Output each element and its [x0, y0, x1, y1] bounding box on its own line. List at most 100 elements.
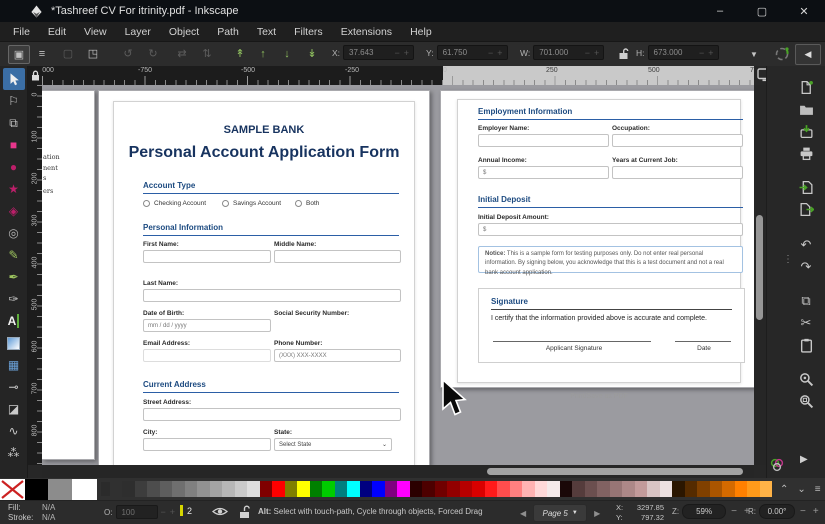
color-swatch[interactable] — [685, 481, 698, 497]
duplicate-icon[interactable]: ⧉ — [796, 292, 816, 310]
mesh-tool[interactable]: ▦ — [3, 354, 25, 376]
street-input[interactable] — [143, 408, 401, 421]
color-management-icon[interactable] — [769, 458, 785, 472]
color-swatch[interactable] — [235, 481, 248, 497]
color-swatch[interactable] — [735, 481, 748, 497]
w-plus-button[interactable]: + — [592, 48, 601, 58]
y-plus-button[interactable]: + — [495, 48, 504, 58]
menu-file[interactable]: File — [4, 26, 39, 38]
color-swatch[interactable] — [485, 481, 498, 497]
lower-to-bottom-icon[interactable]: ↡ — [302, 45, 322, 62]
no-color-swatch[interactable] — [0, 479, 25, 500]
color-swatch[interactable] — [510, 481, 523, 497]
menu-text[interactable]: Text — [248, 26, 285, 38]
h-field[interactable]: 673.000 − + — [648, 45, 719, 60]
new-document-icon[interactable] — [796, 78, 816, 96]
rotation-minus-button[interactable]: − — [798, 506, 808, 517]
rotate-cw-icon[interactable]: ↻ — [143, 45, 163, 62]
color-swatch[interactable] — [285, 481, 298, 497]
fill-stroke-indicator[interactable]: Fill:N/A Stroke:N/A — [8, 503, 55, 523]
date-line[interactable] — [675, 341, 731, 342]
print-icon[interactable] — [796, 144, 816, 162]
calligraphy-tool[interactable]: ✑ — [3, 288, 25, 310]
partial-page[interactable]: ation nent s ers — [42, 90, 95, 460]
horizontal-ruler[interactable]: -1000-750-500-2500250500750 — [42, 66, 754, 85]
canvas[interactable]: ation nent s ers SAMPLE BANK Personal Ac… — [42, 85, 754, 465]
paint-bucket-tool[interactable]: ◪ — [3, 398, 25, 420]
radio-icon[interactable] — [222, 200, 229, 207]
open-document-icon[interactable] — [796, 100, 816, 118]
zoom-control[interactable]: Z: 59% − + — [672, 504, 752, 519]
collapse-panel-button[interactable]: ◀ — [795, 44, 821, 65]
color-swatch[interactable] — [610, 481, 623, 497]
h-minus-button[interactable]: − — [697, 48, 706, 58]
vertical-scrollbar[interactable] — [754, 85, 766, 465]
star-tool[interactable]: ★ — [3, 178, 25, 200]
email-input[interactable] — [143, 349, 271, 362]
selection-box-icon[interactable]: ◳ — [83, 45, 103, 62]
menu-layer[interactable]: Layer — [116, 26, 160, 38]
document-page-1[interactable]: SAMPLE BANK Personal Account Application… — [98, 90, 430, 465]
gradient-tool[interactable] — [3, 332, 25, 354]
zoom-minus-button[interactable]: − — [729, 506, 739, 517]
color-swatch[interactable] — [347, 481, 360, 497]
years-input[interactable] — [612, 166, 743, 179]
color-swatch[interactable] — [160, 481, 173, 497]
vertical-ruler[interactable]: 0100200300400500600700800 — [28, 85, 42, 465]
color-swatch[interactable] — [522, 481, 535, 497]
menu-filters[interactable]: Filters — [285, 26, 332, 38]
deposit-input[interactable]: $ — [478, 223, 743, 236]
color-swatch[interactable] — [410, 481, 423, 497]
color-swatch[interactable] — [322, 481, 335, 497]
color-swatch[interactable] — [247, 481, 260, 497]
vertical-scrollbar-thumb[interactable] — [756, 215, 763, 320]
color-swatch[interactable] — [122, 481, 135, 497]
commands-overflow-button[interactable]: ▶ — [800, 454, 808, 465]
radio-checking[interactable]: Checking Account — [143, 200, 206, 207]
node-tool[interactable]: ⚐ — [3, 90, 25, 112]
dropper-tool[interactable]: ⊸ — [3, 376, 25, 398]
first-name-input[interactable] — [143, 250, 271, 263]
layer-visibility-eye-icon[interactable] — [212, 505, 228, 518]
color-swatch[interactable] — [535, 481, 548, 497]
color-swatch[interactable] — [647, 481, 660, 497]
radio-icon[interactable] — [295, 200, 302, 207]
document-page-2[interactable]: Employment Information Employer Name: Oc… — [440, 90, 754, 388]
y-field[interactable]: 61.750 − + — [437, 45, 508, 60]
rotation-plus-button[interactable]: + — [811, 506, 821, 517]
flip-horizontal-icon[interactable]: ⇄ — [172, 45, 192, 62]
spray-tool[interactable]: ⁂ — [3, 442, 25, 464]
color-swatch[interactable] — [360, 481, 373, 497]
color-swatch[interactable] — [572, 481, 585, 497]
color-swatch[interactable] — [272, 481, 285, 497]
rectangle-tool[interactable]: ■ — [3, 134, 25, 156]
color-swatch[interactable] — [101, 482, 110, 496]
color-swatch[interactable] — [397, 481, 410, 497]
color-swatch[interactable] — [435, 481, 448, 497]
color-swatch[interactable] — [147, 481, 160, 497]
deselect-icon[interactable]: ▢ — [58, 45, 78, 62]
opacity-minus-button[interactable]: − — [158, 507, 167, 517]
menu-extensions[interactable]: Extensions — [332, 26, 401, 38]
income-input[interactable]: $ — [478, 166, 609, 179]
text-tool[interactable]: A — [3, 310, 25, 332]
radio-savings[interactable]: Savings Account — [222, 200, 281, 207]
export-icon[interactable] — [796, 200, 816, 218]
dob-input[interactable]: mm / dd / yyyy — [143, 319, 271, 332]
city-input[interactable] — [143, 438, 271, 451]
flip-vertical-icon[interactable]: ⇅ — [197, 45, 217, 62]
lower-icon[interactable]: ↓ — [277, 45, 297, 62]
color-swatch[interactable] — [135, 481, 148, 497]
color-swatch[interactable] — [185, 481, 198, 497]
select-all-layers-icon[interactable]: ≡ — [32, 45, 52, 62]
color-swatch[interactable] — [210, 481, 223, 497]
select-all-icon[interactable]: ▣ — [8, 45, 30, 64]
color-swatch[interactable] — [560, 481, 573, 497]
color-swatch[interactable] — [660, 481, 673, 497]
color-swatch[interactable] — [460, 481, 473, 497]
color-swatch[interactable] — [497, 481, 510, 497]
color-swatch[interactable] — [622, 481, 635, 497]
selector-tool[interactable] — [3, 68, 25, 90]
ruler-lock-icon[interactable] — [31, 70, 40, 81]
h-plus-button[interactable]: + — [706, 48, 715, 58]
